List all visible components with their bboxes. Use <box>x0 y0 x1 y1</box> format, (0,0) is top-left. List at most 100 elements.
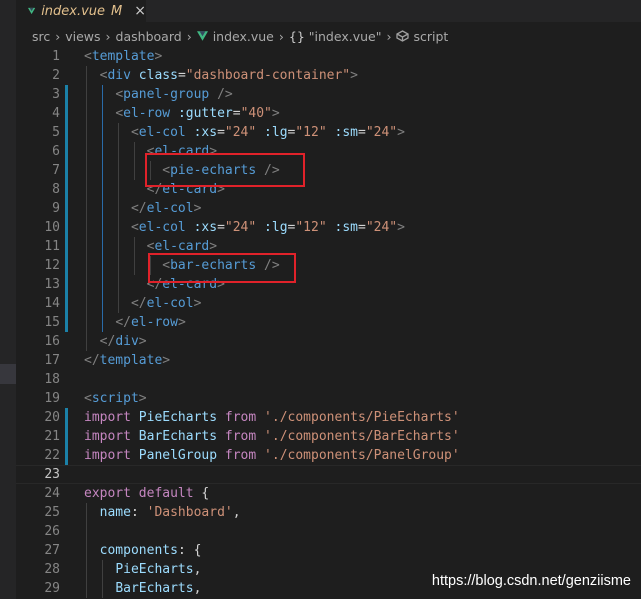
explorer-selected-row[interactable] <box>0 364 16 384</box>
code-line[interactable]: 12 <bar-echarts /> <box>16 256 641 275</box>
code-line[interactable]: 5 <el-col :xs="24" :lg="12" :sm="24"> <box>16 123 641 142</box>
line-number: 19 <box>44 391 60 406</box>
line-number: 10 <box>44 220 60 235</box>
code-token: './components/PanelGroup' <box>264 448 460 463</box>
symbol-icon <box>396 30 410 42</box>
code-text: PieEcharts, <box>84 560 201 579</box>
code-token: :sm <box>334 125 358 140</box>
line-number: 1 <box>52 49 60 64</box>
code-line[interactable]: 22 import PanelGroup from './components/P… <box>16 446 641 465</box>
code-token: "dashboard-container" <box>185 68 351 83</box>
code-token: PieEcharts <box>115 562 194 577</box>
code-line[interactable]: 18 <box>16 370 641 389</box>
code-line[interactable]: 17 </template> <box>16 351 641 370</box>
code-line[interactable]: 19 <script> <box>16 389 641 408</box>
code-line[interactable]: 23 <box>16 465 641 484</box>
code-token: BarEcharts <box>138 429 218 444</box>
code-token: import <box>84 429 131 444</box>
breadcrumb-src[interactable]: src <box>32 29 50 44</box>
code-line[interactable]: 8 </el-card> <box>16 180 641 199</box>
code-token: < <box>84 391 92 406</box>
line-number: 15 <box>44 315 60 330</box>
code-token: </ <box>130 296 147 311</box>
code-token: BarEcharts <box>115 581 194 596</box>
code-line[interactable]: 13 </el-card> <box>16 275 641 294</box>
code-token: { <box>193 486 210 501</box>
line-number: 25 <box>44 505 60 520</box>
breadcrumb-module[interactable]: "index.vue" <box>309 29 382 44</box>
code-token: default <box>138 486 194 501</box>
code-line[interactable]: 25 name: 'Dashboard', <box>16 503 641 522</box>
line-number: 29 <box>44 581 60 596</box>
code-token: class <box>138 68 178 83</box>
code-line[interactable]: 7 <pie-echarts /> <box>16 161 641 180</box>
code-line[interactable]: 4 <el-row :gutter="40"> <box>16 104 641 123</box>
line-number: 24 <box>44 486 60 501</box>
code-line[interactable]: 3 <panel-group /> <box>16 85 641 104</box>
code-token: : { <box>177 543 202 558</box>
code-line[interactable]: 27 components: { <box>16 541 641 560</box>
code-line[interactable]: 15 </el-row> <box>16 313 641 332</box>
vue-file-icon <box>28 7 36 15</box>
code-token: </ <box>99 334 116 349</box>
close-icon[interactable]: × <box>134 3 146 19</box>
breadcrumb-file[interactable]: index.vue <box>213 29 274 44</box>
code-token: "24" <box>365 125 398 140</box>
code-token: panel-group <box>123 87 210 102</box>
code-token: = <box>357 125 366 140</box>
code-line[interactable]: 16 </div> <box>16 332 641 351</box>
line-number: 2 <box>52 68 60 83</box>
tab-filename: index.vue <box>41 3 106 19</box>
line-number: 17 <box>44 353 60 368</box>
code-line[interactable]: 9 </el-col> <box>16 199 641 218</box>
highlight-box-bar-echarts <box>148 253 296 283</box>
code-token: , <box>193 581 202 596</box>
code-text: <el-col :xs="24" :lg="12" :sm="24"> <box>84 123 405 142</box>
breadcrumb-dashboard[interactable]: dashboard <box>116 29 182 44</box>
line-number: 13 <box>44 277 60 292</box>
code-token: :sm <box>334 220 358 235</box>
code-token: > <box>350 68 358 83</box>
code-token: el-row <box>130 315 178 330</box>
code-token: = <box>217 125 225 140</box>
code-line[interactable]: 21 import BarEcharts from './components/B… <box>16 427 641 446</box>
breadcrumb-views[interactable]: views <box>65 29 100 44</box>
code-text: <script> <box>84 389 147 408</box>
line-number: 4 <box>52 106 60 121</box>
code-token: : <box>130 505 147 520</box>
code-line[interactable]: 2 <div class="dashboard-container"> <box>16 66 641 85</box>
code-line[interactable]: 10 <el-col :xs="24" :lg="12" :sm="24"> <box>16 218 641 237</box>
code-token: > <box>138 391 147 406</box>
code-line[interactable]: 11 <el-card> <box>16 237 641 256</box>
line-number: 3 <box>52 87 60 102</box>
code-line[interactable]: 26 <box>16 522 641 541</box>
breadcrumb: src › views › dashboard › index.vue › {}… <box>16 26 641 46</box>
code-token: "24" <box>365 220 398 235</box>
code-token: > <box>193 201 202 216</box>
breadcrumb-script[interactable]: script <box>413 29 448 44</box>
code-token: :lg <box>264 220 288 235</box>
code-token: = <box>357 220 366 235</box>
line-number: 16 <box>44 334 60 349</box>
code-editor[interactable]: 1 <template> 2 <div class="dashboard-conta… <box>16 46 641 599</box>
code-line[interactable]: 6 <el-card> <box>16 142 641 161</box>
tab-index-vue[interactable]: index.vue M × <box>16 0 146 22</box>
code-token: el-col <box>146 201 194 216</box>
code-line[interactable]: 14 </el-col> <box>16 294 641 313</box>
code-line[interactable]: 24 export default { <box>16 484 641 503</box>
line-number: 7 <box>52 163 60 178</box>
code-line[interactable]: 20 import PieEcharts from './components/P… <box>16 408 641 427</box>
code-line[interactable]: 1 <template> <box>16 47 641 66</box>
